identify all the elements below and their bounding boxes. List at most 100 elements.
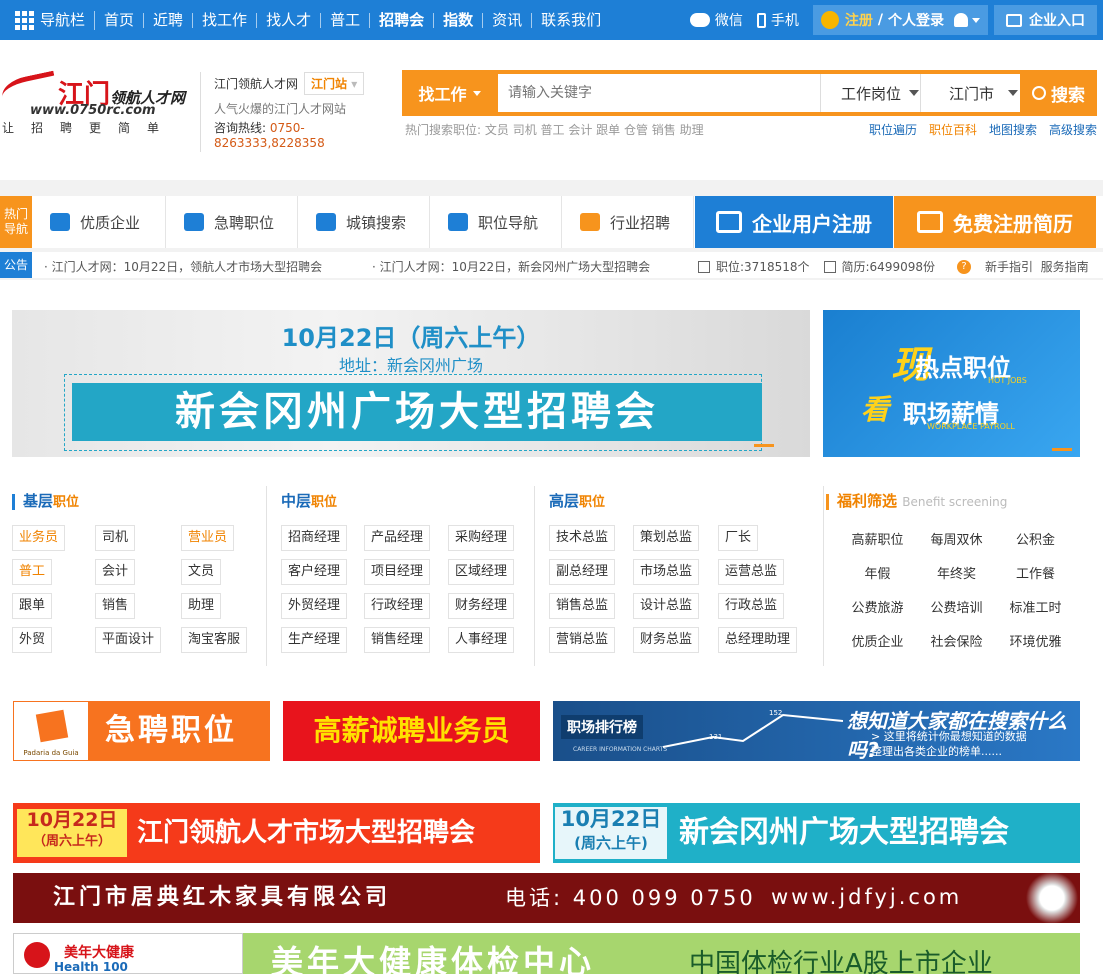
free-resume-button[interactable]: 免费注册简历 xyxy=(894,196,1096,248)
job-category-link[interactable]: 业务员 xyxy=(12,525,66,551)
job-category-link[interactable]: 项目经理 xyxy=(364,559,431,585)
nav-link[interactable]: 资讯 xyxy=(483,12,533,28)
banner-date: 10月22日（周六上午） xyxy=(281,324,541,352)
slide-indicator[interactable] xyxy=(1052,448,1072,451)
job-category-link[interactable]: 运营总监 xyxy=(718,559,785,585)
search-button[interactable]: 搜索 xyxy=(1020,70,1097,116)
job-category-link[interactable]: 营销总监 xyxy=(549,627,616,653)
job-category-link[interactable]: 淘宝客服 xyxy=(181,627,248,653)
job-category-link[interactable]: 设计总监 xyxy=(633,593,700,619)
job-category-link[interactable]: 技术总监 xyxy=(549,525,616,551)
nav-link[interactable]: 找人才 xyxy=(257,12,322,28)
job-category-link[interactable]: 销售总监 xyxy=(549,593,616,619)
nav-toggle[interactable]: 导航栏 xyxy=(6,10,96,30)
city-select[interactable]: 江门市 xyxy=(920,74,1020,112)
job-category-link[interactable]: 人事经理 xyxy=(448,627,515,653)
hot-search-terms[interactable]: 文员 司机 普工 会计 跟单 仓管 销售 助理 xyxy=(485,123,704,137)
jiangmen-fair-ad[interactable]: 10月22日 （周六上午） 江门领航人才市场大型招聘会 xyxy=(13,803,540,863)
xinhui-fair-ad[interactable]: 10月22日 (周六上午) 新会冈州广场大型招聘会 xyxy=(553,803,1080,863)
welfare-filter[interactable]: 社会保险 xyxy=(917,626,996,660)
position-select[interactable]: 工作岗位 xyxy=(820,74,920,112)
notice-item[interactable]: · 江门人才网：10月22日，领航人才市场大型招聘会 xyxy=(44,258,322,275)
welfare-filter[interactable]: 标准工时 xyxy=(996,592,1075,626)
nav-link[interactable]: 指数 xyxy=(434,12,484,28)
notification-dropdown[interactable] xyxy=(954,13,980,27)
job-fair-banner[interactable]: 10月22日（周六上午） 地址：新会冈州广场 新会冈州广场大型招聘会 xyxy=(12,310,810,457)
job-category-link[interactable]: 招商经理 xyxy=(281,525,348,551)
welfare-filter[interactable]: 高薪职位 xyxy=(838,524,917,558)
job-category-link[interactable]: 副总经理 xyxy=(549,559,616,585)
welfare-filter[interactable]: 年假 xyxy=(838,558,917,592)
job-category-link[interactable]: 外贸经理 xyxy=(281,593,348,619)
job-category-link[interactable]: 普工 xyxy=(12,559,53,585)
wechat-link[interactable]: 微信 xyxy=(689,10,743,30)
job-category-link[interactable]: 区域经理 xyxy=(448,559,515,585)
job-category-link[interactable]: 财务总监 xyxy=(633,627,700,653)
welfare-filter[interactable]: 每周双休 xyxy=(917,524,996,558)
search-category-select[interactable]: 找工作 xyxy=(402,70,497,116)
job-category-link[interactable]: 行政总监 xyxy=(718,593,785,619)
job-category-link[interactable]: 营业员 xyxy=(181,525,235,551)
search-link[interactable]: 高级搜索 xyxy=(1049,121,1097,138)
salesman-ad[interactable]: 高薪诚聘业务员 xyxy=(283,701,540,761)
search-link[interactable]: 职位百科 xyxy=(929,121,977,138)
job-category-link[interactable]: 平面设计 xyxy=(95,627,162,653)
job-category-link[interactable]: 行政经理 xyxy=(364,593,431,619)
welfare-filter[interactable]: 工作餐 xyxy=(996,558,1075,592)
station-select[interactable]: 江门站 ▾ xyxy=(304,72,365,95)
job-category-link[interactable]: 生产经理 xyxy=(281,627,348,653)
job-category-link[interactable]: 策划总监 xyxy=(633,525,700,551)
guide-links[interactable]: 新手指引 服务指南 xyxy=(985,258,1089,275)
urgent-jobs-ad[interactable]: Padaria da Guia 急聘职位 xyxy=(13,701,270,761)
job-category-link[interactable]: 销售经理 xyxy=(364,627,431,653)
job-category-link[interactable]: 会计 xyxy=(95,559,136,585)
welfare-filter[interactable]: 公费旅游 xyxy=(838,592,917,626)
mobile-link[interactable]: 手机 xyxy=(756,10,799,30)
slide-indicator[interactable] xyxy=(754,444,774,447)
search-link[interactable]: 职位遍历 xyxy=(869,121,917,138)
job-category-link[interactable]: 销售 xyxy=(95,593,136,619)
enterprise-entry-button[interactable]: 企业入口 xyxy=(994,5,1097,35)
notice-item[interactable]: · 江门人才网：10月22日，新会冈州广场大型招聘会 xyxy=(372,258,650,275)
job-category-link[interactable]: 客户经理 xyxy=(281,559,348,585)
nav-tab[interactable]: 城镇搜索 xyxy=(298,196,430,248)
nav-tab[interactable]: 行业招聘 xyxy=(562,196,694,248)
logo-mark xyxy=(24,942,50,968)
job-category-link[interactable]: 财务经理 xyxy=(448,593,515,619)
job-category-link[interactable]: 市场总监 xyxy=(633,559,700,585)
job-category-link[interactable]: 厂长 xyxy=(718,525,759,551)
nav-tab[interactable]: 职位导航 xyxy=(430,196,562,248)
job-category-link[interactable]: 跟单 xyxy=(12,593,53,619)
job-category-link[interactable]: 司机 xyxy=(95,525,136,551)
login-link[interactable]: 个人登录 xyxy=(888,10,944,30)
welfare-filter[interactable]: 公费培训 xyxy=(917,592,996,626)
nav-link[interactable]: 普工 xyxy=(321,12,371,28)
nav-link[interactable]: 招聘会 xyxy=(370,12,435,28)
nav-link[interactable]: 找工作 xyxy=(193,12,258,28)
job-category-link[interactable]: 采购经理 xyxy=(448,525,515,551)
welfare-filter[interactable]: 环境优雅 xyxy=(996,626,1075,660)
enterprise-register-button[interactable]: 企业用户注册 xyxy=(695,196,893,248)
hot-jobs-banner[interactable]: 现 看 热点职位 HOT JOBS 职场薪情 WORKPLACE PAYROLL xyxy=(823,310,1080,457)
job-category-link[interactable]: 助理 xyxy=(181,593,222,619)
furniture-ad[interactable]: 江门市居典红木家具有限公司 电话: 400 099 0750 www.jdfyj… xyxy=(13,873,1080,923)
job-category-link[interactable]: 文员 xyxy=(181,559,222,585)
health-ad[interactable]: 美年大健康 Health 100 美年大健康体检中心 中国体检行业A股上市企业 xyxy=(13,933,1080,974)
job-category-link[interactable]: 产品经理 xyxy=(364,525,431,551)
search-link[interactable]: 地图搜索 xyxy=(989,121,1037,138)
nav-link[interactable]: 近聘 xyxy=(144,12,194,28)
job-category-link[interactable]: 外贸 xyxy=(12,627,53,653)
career-ranking-ad[interactable]: 职场排行榜 CAREER INFORMATION CHARTS 131 152 … xyxy=(553,701,1080,761)
register-link[interactable]: 注册 xyxy=(845,10,873,30)
site-logo[interactable]: 江门领航人才网 www.0750rc.com 让招聘更简单 xyxy=(0,68,195,138)
nav-tab[interactable]: 急聘职位 xyxy=(166,196,298,248)
welfare-filter[interactable]: 年终奖 xyxy=(917,558,996,592)
nav-link[interactable]: 联系我们 xyxy=(532,12,610,28)
welfare-filter[interactable]: 公积金 xyxy=(996,524,1075,558)
job-category-link[interactable]: 总经理助理 xyxy=(718,627,798,653)
ad-line: > 这里将统计你最想知道的数据 xyxy=(871,730,1027,743)
nav-tab[interactable]: 优质企业 xyxy=(32,196,166,248)
search-input[interactable] xyxy=(498,74,820,112)
welfare-filter[interactable]: 优质企业 xyxy=(838,626,917,660)
nav-link[interactable]: 首页 xyxy=(95,12,145,28)
